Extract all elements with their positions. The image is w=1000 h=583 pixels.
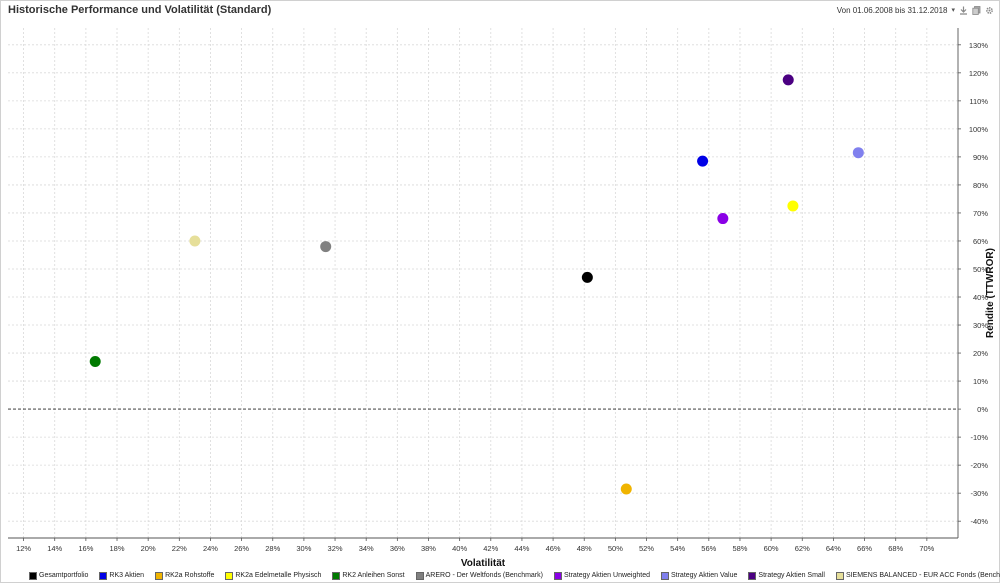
- data-point: [852, 147, 864, 159]
- y-tick-label: -20%: [970, 461, 988, 470]
- y-tick-label: 70%: [973, 209, 988, 218]
- x-tick-label: 36%: [390, 544, 405, 553]
- x-tick-label: 56%: [701, 544, 716, 553]
- x-tick-label: 24%: [203, 544, 218, 553]
- x-tick-label: 68%: [888, 544, 903, 553]
- y-axis-label: Rendite (TTWROR): [985, 248, 996, 338]
- data-point: [581, 271, 593, 283]
- legend-swatch: [835, 571, 844, 580]
- y-tick-label: 20%: [973, 349, 988, 358]
- chart-grid: [8, 28, 958, 538]
- y-tick-label: 80%: [973, 181, 988, 190]
- data-point: [787, 200, 799, 212]
- x-tick-label: 48%: [577, 544, 592, 553]
- legend-label: ARERO - Der Weltfonds (Benchmark): [425, 572, 543, 579]
- legend-swatch: [553, 571, 562, 580]
- legend-label: RK2a Rohstoffe: [165, 572, 215, 579]
- y-tick-label: 60%: [973, 237, 988, 246]
- x-tick-label: 14%: [47, 544, 62, 553]
- legend-label: RK3 Aktien: [109, 572, 145, 579]
- chart-legend: Gesamtportfolio RK3 Aktien RK2a Rohstoffe R…: [29, 570, 1000, 581]
- legend-swatch: [155, 571, 164, 580]
- x-tick-label: 44%: [514, 544, 529, 553]
- legend-item[interactable]: RK2a Edelmetalle Physisch: [225, 571, 322, 580]
- x-tick-label: 28%: [265, 544, 280, 553]
- legend-label: Strategy Aktien Small: [758, 572, 825, 579]
- legend-swatch: [225, 571, 234, 580]
- data-point: [620, 483, 632, 495]
- legend-swatch: [332, 571, 341, 580]
- x-axis-label: Volatilität: [461, 558, 506, 569]
- x-tick-label: 12%: [16, 544, 31, 553]
- legend-label: Gesamtportfolio: [39, 572, 89, 579]
- x-tick-label: 60%: [764, 544, 779, 553]
- legend-swatch: [748, 571, 757, 580]
- legend-item[interactable]: ARERO - Der Weltfonds (Benchmark): [415, 571, 543, 580]
- legend-item[interactable]: RK2a Rohstoffe: [155, 571, 215, 580]
- x-tick-label: 66%: [857, 544, 872, 553]
- x-tick-label: 26%: [234, 544, 249, 553]
- x-tick-label: 32%: [328, 544, 343, 553]
- data-points: [89, 74, 864, 495]
- scatter-chart: 12% 14% 16% 18% 20% 22% 24% 26% 28% 30% 32% 34% 36% 3…: [8, 28, 996, 569]
- x-tick-label: 64%: [826, 544, 841, 553]
- y-tick-label: 0%: [977, 405, 988, 414]
- legend-label: RK2a Edelmetalle Physisch: [235, 572, 322, 579]
- data-point: [697, 155, 709, 167]
- data-point: [782, 74, 794, 86]
- x-tick-label: 58%: [732, 544, 747, 553]
- x-tick-label: 40%: [452, 544, 467, 553]
- legend-swatch: [99, 571, 108, 580]
- y-tick-label: 10%: [973, 377, 988, 386]
- x-axis-ticks: 12% 14% 16% 18% 20% 22% 24% 26% 28% 30% 32% 34% 36% 3…: [16, 538, 935, 553]
- legend-swatch: [660, 571, 669, 580]
- chart-axes: [8, 28, 959, 539]
- legend-label: RK2 Anleihen Sonst: [342, 572, 405, 579]
- x-tick-label: 42%: [483, 544, 498, 553]
- y-axis-ticks: -40%-30%-20%-10%0%10%20%30%40%50%60%70%8…: [958, 41, 988, 526]
- legend-item[interactable]: SIEMENS BALANCED - EUR ACC Fonds (Benchm…: [835, 571, 1000, 580]
- y-tick-label: -40%: [970, 517, 988, 526]
- x-tick-label: 18%: [110, 544, 125, 553]
- y-tick-label: 130%: [969, 41, 989, 50]
- legend-label: SIEMENS BALANCED - EUR ACC Fonds (Benchm…: [845, 572, 1000, 579]
- x-tick-label: 16%: [78, 544, 93, 553]
- x-tick-label: 62%: [795, 544, 810, 553]
- y-tick-label: 90%: [973, 153, 988, 162]
- x-tick-label: 34%: [359, 544, 374, 553]
- legend-label: Strategy Aktien Value: [670, 572, 738, 579]
- legend-item[interactable]: Strategy Aktien Unweighted: [553, 571, 650, 580]
- y-tick-label: 120%: [969, 69, 989, 78]
- x-tick-label: 22%: [172, 544, 187, 553]
- y-tick-label: 110%: [969, 97, 988, 106]
- legend-item[interactable]: Gesamtportfolio: [29, 571, 89, 580]
- x-tick-label: 20%: [141, 544, 156, 553]
- legend-label: Strategy Aktien Unweighted: [563, 572, 650, 579]
- legend-swatch: [415, 571, 424, 580]
- x-tick-label: 52%: [639, 544, 654, 553]
- data-point: [89, 355, 101, 367]
- data-point: [189, 235, 201, 247]
- legend-item[interactable]: RK3 Aktien: [99, 571, 145, 580]
- y-tick-label: -10%: [970, 433, 988, 442]
- y-tick-label: 100%: [969, 125, 989, 134]
- legend-item[interactable]: Strategy Aktien Small: [748, 571, 825, 580]
- x-tick-label: 54%: [670, 544, 685, 553]
- legend-swatch: [29, 571, 37, 580]
- x-tick-label: 50%: [608, 544, 623, 553]
- y-tick-label: -30%: [970, 489, 988, 498]
- data-point: [320, 241, 332, 253]
- data-point: [717, 213, 729, 225]
- x-tick-label: 38%: [421, 544, 436, 553]
- legend-item[interactable]: RK2 Anleihen Sonst: [332, 571, 405, 580]
- x-tick-label: 46%: [546, 544, 561, 553]
- legend-item[interactable]: Strategy Aktien Value: [660, 571, 738, 580]
- x-tick-label: 70%: [919, 544, 934, 553]
- x-tick-label: 30%: [296, 544, 311, 553]
